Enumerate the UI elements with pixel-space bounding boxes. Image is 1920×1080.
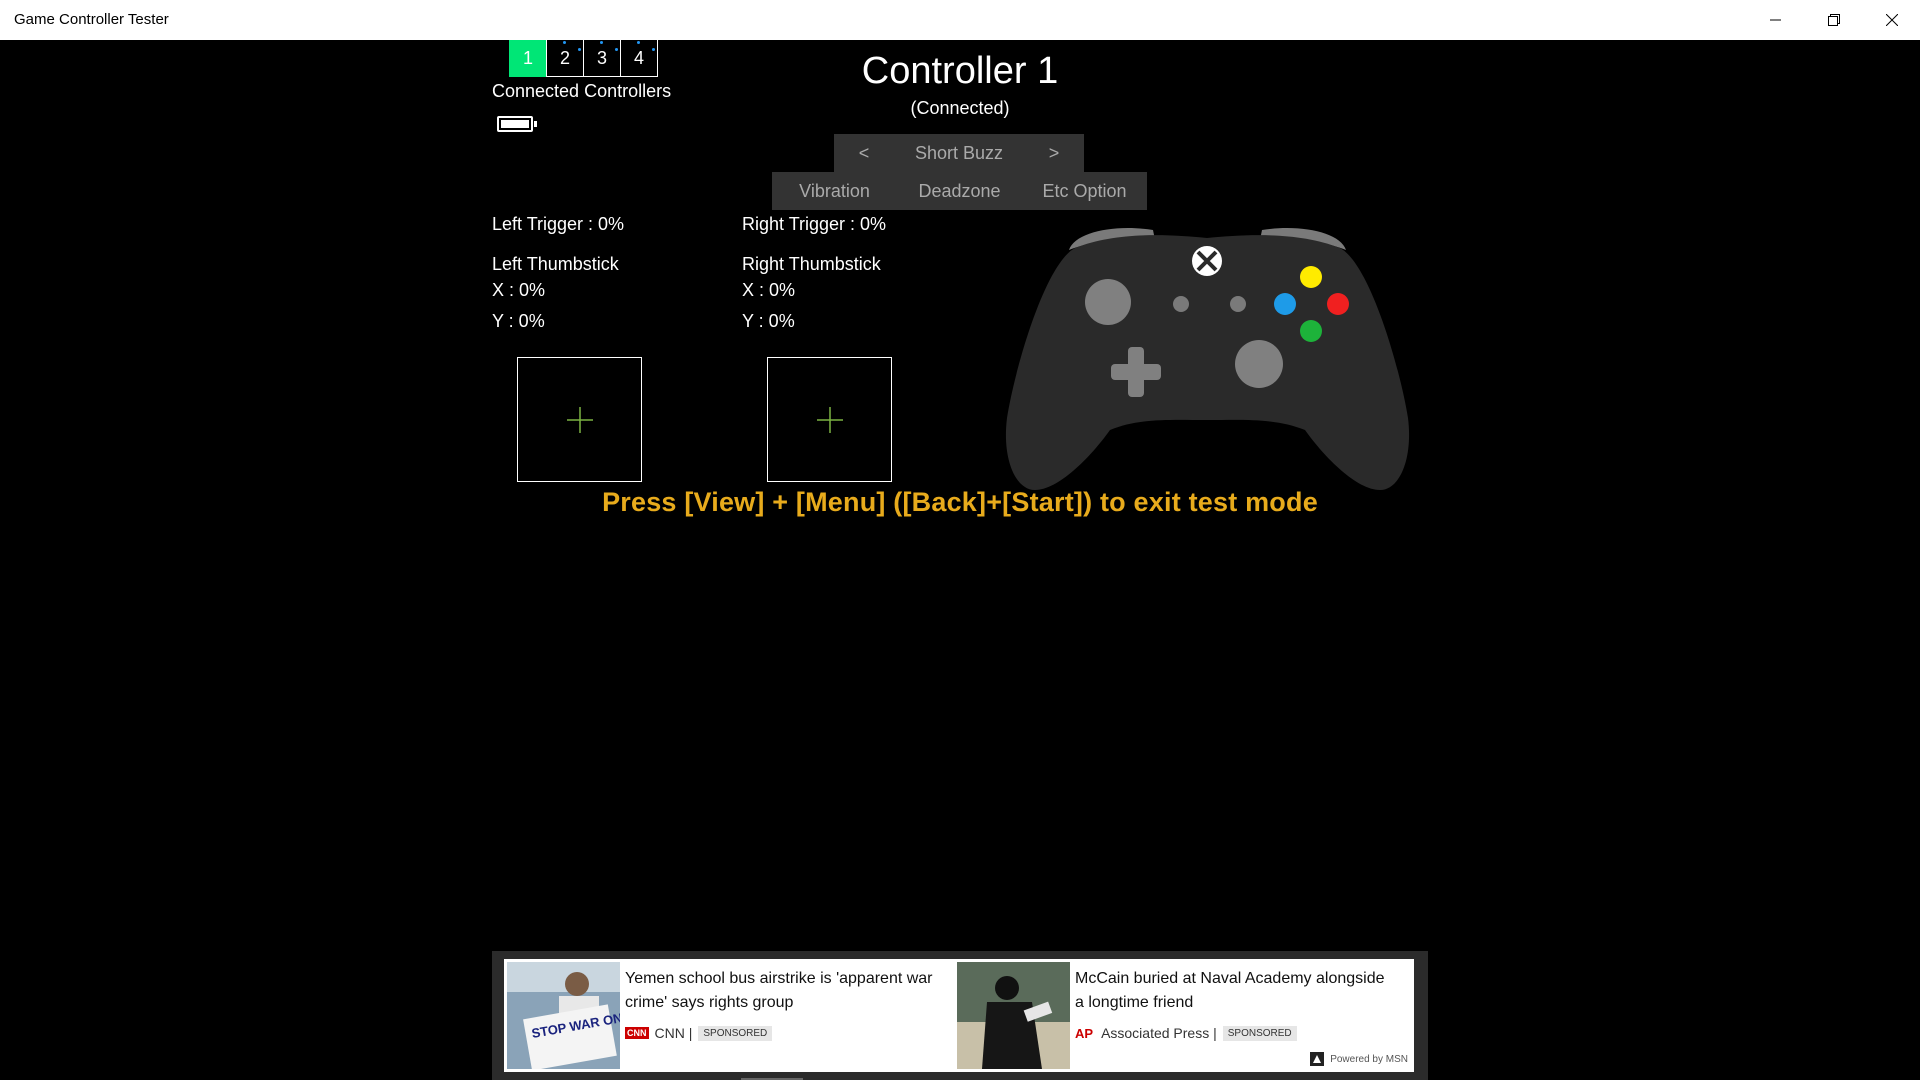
vibration-pattern-label[interactable]: Short Buzz — [894, 143, 1024, 164]
crosshair-icon — [566, 406, 593, 433]
ad-banner: STOP WAR ON YEMEN Yemen school bus airst… — [492, 951, 1428, 1080]
right-trigger-value: Right Trigger : 0% — [742, 214, 887, 234]
news-source-name: Associated Press | — [1101, 1025, 1217, 1041]
news-headline[interactable]: McCain buried at Naval Academy alongside… — [1075, 967, 1395, 1015]
connection-dot-icon — [652, 48, 655, 51]
title-bar: Game Controller Tester — [0, 0, 1920, 40]
left-trigger-value: Left Trigger : 0% — [492, 214, 625, 234]
controller-tab-4[interactable]: 4 — [620, 40, 658, 77]
battery-icon — [497, 116, 537, 132]
left-thumbstick-title: Left Thumbstick — [492, 254, 619, 274]
button-b — [1327, 293, 1349, 315]
exit-test-mode-hint: Press [View] + [Menu] ([Back]+[Start]) t… — [602, 487, 1318, 517]
connection-dot-icon — [563, 41, 566, 44]
restore-icon — [1828, 14, 1840, 26]
close-icon — [1886, 14, 1898, 26]
left-stick — [1085, 279, 1131, 325]
news-thumbnail — [957, 962, 1070, 1069]
button-y — [1300, 266, 1322, 288]
connection-dot-icon — [578, 48, 581, 51]
menu-button — [1230, 296, 1246, 312]
xbox-logo-icon — [1192, 246, 1222, 276]
right-thumbstick-title: Right Thumbstick — [742, 254, 881, 274]
controller-tabs: 1 2 3 4 — [509, 40, 658, 78]
left-thumbstick-x: X : 0% — [492, 280, 546, 300]
news-source: CNN CNN | SPONSORED — [625, 1025, 773, 1041]
msn-icon — [1310, 1052, 1325, 1066]
connection-dot-icon — [615, 48, 618, 51]
news-source: AP Associated Press | SPONSORED — [1075, 1025, 1297, 1041]
controller-tab-2[interactable]: 2 — [546, 40, 584, 77]
restore-button[interactable] — [1806, 0, 1862, 40]
powered-by-label: Powered by MSN — [1330, 1053, 1408, 1065]
ad-content: STOP WAR ON YEMEN Yemen school bus airst… — [504, 959, 1414, 1072]
option-tabs: Vibration Deadzone Etc Option — [772, 172, 1147, 210]
news-thumbnail: STOP WAR ON YEMEN — [507, 962, 620, 1069]
news-headline[interactable]: Yemen school bus airstrike is 'apparent … — [625, 967, 945, 1015]
ap-logo-icon: AP — [1075, 1025, 1094, 1041]
minimize-button[interactable] — [1748, 0, 1804, 40]
vibration-selector: < Short Buzz > — [834, 134, 1084, 172]
sponsored-badge: SPONSORED — [698, 1025, 773, 1041]
gamepad-icon — [1005, 228, 1410, 490]
controller-tab-3[interactable]: 3 — [583, 40, 621, 77]
right-thumbstick-x: X : 0% — [742, 280, 796, 300]
previous-vibration-button[interactable]: < — [834, 143, 894, 164]
controller-tab-label: 2 — [559, 47, 570, 68]
controller-status: (Connected) — [910, 98, 1010, 118]
close-button[interactable] — [1864, 0, 1920, 40]
right-thumbstick-area — [767, 357, 892, 482]
connection-dot-icon — [637, 41, 640, 44]
next-vibration-button[interactable]: > — [1024, 143, 1084, 164]
cnn-logo-icon: CNN — [625, 1027, 649, 1039]
right-stick — [1235, 340, 1283, 388]
news-source-name: CNN | — [654, 1025, 693, 1041]
controller-title: Controller 1 — [861, 50, 1059, 92]
left-thumbstick-area — [517, 357, 642, 482]
tab-etc-option[interactable]: Etc Option — [1022, 172, 1147, 210]
tab-deadzone[interactable]: Deadzone — [897, 172, 1022, 210]
view-button — [1173, 296, 1189, 312]
controller-tab-label: 4 — [633, 47, 644, 68]
minimize-icon — [1770, 19, 1781, 21]
left-thumbstick-y: Y : 0% — [492, 311, 545, 331]
controller-tab-label: 1 — [522, 47, 533, 68]
tab-vibration[interactable]: Vibration — [772, 172, 897, 210]
controller-tab-1[interactable]: 1 — [509, 40, 547, 77]
crosshair-icon — [816, 406, 843, 433]
powered-by[interactable]: Powered by MSN — [1310, 1052, 1408, 1066]
news-story[interactable]: STOP WAR ON YEMEN Yemen school bus airst… — [504, 959, 954, 1072]
connection-dot-icon — [600, 41, 603, 44]
button-a — [1300, 320, 1322, 342]
window-title: Game Controller Tester — [14, 11, 169, 28]
right-thumbstick-y: Y : 0% — [742, 311, 795, 331]
sponsored-badge: SPONSORED — [1222, 1025, 1297, 1041]
controller-tab-label: 3 — [596, 47, 607, 68]
connected-controllers-label: Connected Controllers — [492, 81, 672, 101]
button-x — [1274, 293, 1296, 315]
